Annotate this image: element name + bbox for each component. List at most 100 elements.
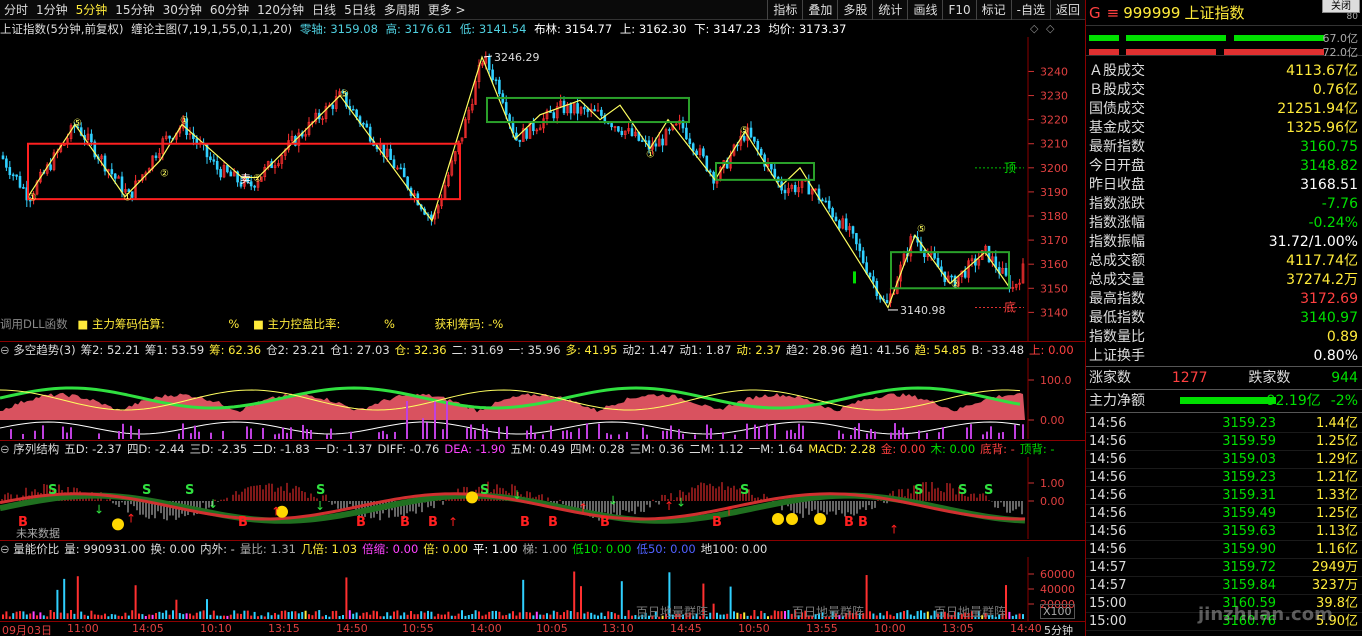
volume-bar <box>869 611 871 619</box>
candle-body <box>368 126 372 142</box>
outflow-bar-3 <box>1224 49 1324 55</box>
tick-list[interactable]: 14:56 3159.23 1.44亿 14:56 3159.59 1.25亿 14:56 3… <box>1086 413 1362 631</box>
period-tab-7[interactable]: 日线 <box>308 1 340 18</box>
stat-label: 指数振幅 <box>1089 234 1145 250</box>
p2-mag-bar <box>122 423 124 439</box>
volume-bar <box>199 611 202 619</box>
pivot-marker: ① <box>123 193 132 204</box>
close-diamond-icon[interactable]: ◇ <box>1046 22 1054 35</box>
tick-row[interactable]: 14:56 3159.23 1.44亿 <box>1086 415 1362 433</box>
period-tab-4[interactable]: 30分钟 <box>159 1 206 18</box>
toolbar-button-0[interactable]: 指标 <box>767 0 802 20</box>
tick-row[interactable]: 14:56 3159.31 1.33亿 <box>1086 487 1362 505</box>
tick-row[interactable]: 14:56 3159.63 1.13亿 <box>1086 523 1362 541</box>
volume-bar <box>590 612 593 619</box>
volume-bar <box>5 611 8 619</box>
period-tab-5[interactable]: 60分钟 <box>206 1 253 18</box>
panel3-title[interactable]: 序列结构 <box>13 442 59 456</box>
tick-time: 14:56 <box>1089 434 1127 449</box>
volume-bar <box>46 616 49 619</box>
y-tick-label: 3220 <box>1040 114 1068 127</box>
p2-mag-bar <box>1014 424 1016 439</box>
candlestick-chart[interactable]: 3240 3230 3220 3210 3200 3190 3180 3170 3160 3150… <box>0 37 1085 341</box>
candle-body <box>868 272 872 277</box>
candle-body <box>525 128 528 139</box>
sequence-structure-chart[interactable]: 1.000.00B B B B B B B B B B BS S S S S S S S S↑↑↑↑ ↑ ↑↑↓ ↓ ↓↓ ↓… <box>0 457 1085 539</box>
main-chart-panel[interactable]: 上证指数(5分钟,前复权) 缠论主图(7,19,1,55,0,1,1,20) 零… <box>0 21 1085 341</box>
volume-bar <box>505 614 508 619</box>
candle-body <box>858 243 862 252</box>
pivot-marker: ① <box>646 149 655 160</box>
stat-row: 上证换手 0.80% <box>1086 347 1362 366</box>
period-tab-0[interactable]: 分时 <box>0 1 32 18</box>
period-tab-8[interactable]: 5日线 <box>340 1 380 18</box>
volume-bar <box>393 611 395 619</box>
panel2-title[interactable]: 多空趋势(3) <box>13 343 75 357</box>
volume-chart[interactable]: 600004000020000 <box>0 557 1085 621</box>
p2-mag-bar <box>802 425 804 439</box>
toolbar-button-1[interactable]: 叠加 <box>802 0 837 20</box>
volume-bar <box>318 610 321 619</box>
collapse-icon[interactable]: ⊖ <box>0 542 13 556</box>
p2-mag-bar <box>262 427 264 439</box>
tick-time: 14:56 <box>1089 524 1127 539</box>
tick-row[interactable]: 14:57 3159.84 3237万 <box>1086 577 1362 595</box>
trend-indicator-chart[interactable]: 100.0 0.00 <box>0 358 1085 439</box>
buy-marker: B <box>548 515 558 530</box>
volume-bar <box>83 614 86 619</box>
sell-s-marker: S <box>958 483 967 498</box>
settings-diamond-icon[interactable]: ◇ <box>1030 22 1038 35</box>
collapse-icon[interactable]: ⊖ <box>0 343 13 357</box>
period-tab-10[interactable]: 更多 > <box>424 1 470 18</box>
volume-panel[interactable]: ⊖ 量能价比 量: 990931.00 换: 0.00 内外: - 量比: 1.31 几倍… <box>0 541 1085 621</box>
tick-row[interactable]: 14:56 3159.90 1.16亿 <box>1086 541 1362 559</box>
menu-icon[interactable]: ≡ <box>1107 4 1120 22</box>
buy-marker: B <box>858 515 868 530</box>
toolbar-button-7[interactable]: -自选 <box>1010 0 1050 20</box>
tick-row[interactable]: 14:56 3159.49 1.25亿 <box>1086 505 1362 523</box>
volume-bar <box>233 610 236 619</box>
volume-bar <box>488 611 491 619</box>
volume-bar <box>546 613 548 619</box>
p2-mag-bar <box>598 423 600 439</box>
panel4-title[interactable]: 量能价比 <box>13 542 59 556</box>
toolbar-button-4[interactable]: 画线 <box>907 0 942 20</box>
toolbar-button-6[interactable]: 标记 <box>975 0 1011 20</box>
time-label-2: 14:05 <box>132 622 164 635</box>
candle-body <box>872 276 875 282</box>
p2-mag-bar <box>866 433 868 439</box>
volume-bar <box>498 611 501 619</box>
p2-mag-bar <box>66 432 68 439</box>
volume-bar <box>66 613 69 619</box>
profit-chips: 获利筹码: -% <box>434 317 504 331</box>
up-arrow-icon: ↑ <box>448 515 458 529</box>
period-tab-1[interactable]: 1分钟 <box>32 1 72 18</box>
panel3-value-2: 三D: -2.35 <box>189 442 248 456</box>
stat-label: 指数涨跌 <box>1089 196 1145 212</box>
period-tab-3[interactable]: 15分钟 <box>111 1 158 18</box>
toolbar-button-3[interactable]: 统计 <box>872 0 907 20</box>
tick-row[interactable]: 14:56 3159.23 1.21亿 <box>1086 469 1362 487</box>
candle-body <box>654 143 658 147</box>
trend-indicator-panel[interactable]: ⊖ 多空趋势(3) 筹2: 52.21 筹1: 53.59 筹: 62.36 仓2: 2… <box>0 342 1085 439</box>
tick-row[interactable]: 14:57 3159.72 2949万 <box>1086 559 1362 577</box>
toolbar-button-8[interactable]: 返回 <box>1049 0 1085 20</box>
volume-bar <box>29 613 32 619</box>
tick-row[interactable]: 14:56 3159.03 1.29亿 <box>1086 451 1362 469</box>
main-indicator-name[interactable]: 缠论主图(7,19,1,55,0,1,1,20) <box>131 22 292 36</box>
period-tab-9[interactable]: 多周期 <box>380 1 424 18</box>
toolbar-button-2[interactable]: 多股 <box>837 0 872 20</box>
p2-mag-bar <box>498 427 500 439</box>
pivot-marker: ② <box>160 169 169 180</box>
p2-mag-bar <box>982 434 984 439</box>
flow-bars: 67.0亿 72.0亿 <box>1086 26 1362 59</box>
collapse-icon[interactable]: ⊖ <box>0 442 13 456</box>
sequence-structure-panel[interactable]: ⊖ 序列结构 五D: -2.37 四D: -2.44 三D: -2.35 二D: -1.… <box>0 441 1085 540</box>
tick-row[interactable]: 14:56 3159.59 1.25亿 <box>1086 433 1362 451</box>
candle-body <box>110 169 114 175</box>
period-label[interactable]: 5分钟 <box>1044 622 1073 636</box>
toolbar-button-5[interactable]: F10 <box>942 0 975 20</box>
stat-row: Ａ股成交 4113.67亿 <box>1086 62 1362 81</box>
period-tab-2[interactable]: 5分钟 <box>72 1 112 18</box>
period-tab-6[interactable]: 120分钟 <box>253 1 308 18</box>
